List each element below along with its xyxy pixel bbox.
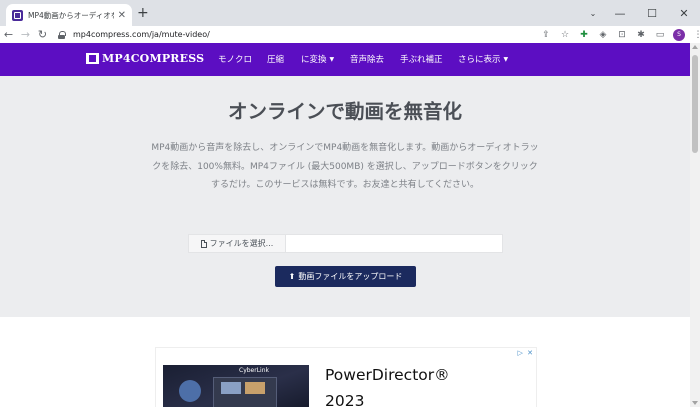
file-name-field[interactable] (286, 235, 502, 252)
profile-avatar[interactable]: S (673, 28, 685, 41)
chevron-down-icon: ▼ (503, 56, 509, 63)
url-text[interactable]: mp4compress.com/ja/mute-video/ (73, 30, 210, 39)
window-controls: ⌄ — ☐ ✕ (582, 0, 700, 26)
choose-file-button[interactable]: ファイルを選択... (189, 235, 286, 252)
upload-label: 動画ファイルをアップロード (298, 272, 403, 281)
page-description: MP4動画から音声を除去し、オンラインでMP4動画を無音化します。動画からオーデ… (151, 143, 539, 190)
extension-icon[interactable]: ◈ (597, 30, 609, 40)
choose-file-label: ファイルを選択... (209, 239, 274, 248)
site-favicon-icon (12, 9, 23, 21)
upload-icon: ⬆ (288, 272, 296, 281)
chevron-down-icon: ▼ (329, 56, 335, 63)
file-icon (200, 239, 207, 248)
menu-item-remove-audio[interactable]: 音声除去 (350, 53, 384, 65)
ad-image[interactable]: CyberLink (163, 365, 309, 407)
browser-tab-strip: MP4動画からオーディオを除去, MP4... ✕ + ⌄ — ☐ ✕ (0, 0, 700, 26)
menu-item-stabilize[interactable]: 手ぶれ補正 (400, 53, 443, 65)
ad-choices-icon[interactable]: ▷ ✕ (518, 349, 534, 357)
menu-item-more[interactable]: さらに表示 ▼ (458, 53, 508, 65)
side-panel-icon[interactable]: ▭ (654, 30, 666, 40)
minimize-button[interactable]: — (604, 0, 636, 26)
reload-icon[interactable]: ↻ (34, 26, 51, 43)
hero-section: オンラインで動画を無音化 MP4動画から音声を除去し、オンラインでMP4動画を無… (0, 76, 690, 317)
advertisement[interactable]: ▷ ✕ CyberLink PowerDirector® 2023 (155, 347, 537, 407)
puzzle-extensions-icon[interactable]: ✱ (635, 30, 647, 40)
upload-button[interactable]: ⬆ 動画ファイルをアップロード (275, 266, 416, 287)
extension-green-icon[interactable]: ✚ (578, 30, 590, 40)
extension-translate-icon[interactable]: ⊡ (616, 30, 628, 40)
page-title: オンラインで動画を無音化 (227, 100, 462, 123)
scroll-down-icon[interactable] (692, 401, 698, 405)
menu-item-monochrome[interactable]: モノクロ (218, 53, 252, 65)
browser-toolbar: ← → ↻ mp4compress.com/ja/mute-video/ ⇪ ☆… (0, 26, 700, 43)
site-navbar: MP4COMPRESS モノクロ 圧縮 に変換 ▼ 音声除去 手ぶれ補正 さらに表… (0, 43, 690, 76)
ad-graphic-thumb (245, 382, 265, 394)
content-area: ▷ ✕ CyberLink PowerDirector® 2023 (0, 317, 690, 407)
ad-title[interactable]: PowerDirector® 2023 (325, 362, 450, 407)
maximize-button[interactable]: ☐ (636, 0, 668, 26)
browser-menu-icon[interactable]: ⋮ (692, 30, 700, 40)
scroll-up-icon[interactable] (692, 45, 698, 49)
menu-item-convert[interactable]: に変換 ▼ (301, 53, 334, 65)
page-scrollbar[interactable] (690, 43, 700, 407)
toolbar-actions: ⇪ ☆ ✚ ◈ ⊡ ✱ ▭ S ⋮ (540, 26, 700, 43)
new-tab-button[interactable]: + (137, 5, 149, 21)
file-picker[interactable]: ファイルを選択... (188, 234, 503, 253)
site-brand[interactable]: MP4COMPRESS (86, 52, 204, 65)
ad-graphic-thumb (221, 382, 241, 394)
ad-graphic-disc (179, 380, 201, 402)
forward-arrow-icon[interactable]: → (17, 26, 34, 43)
ad-brand: CyberLink (239, 367, 269, 374)
browser-tab[interactable]: MP4動画からオーディオを除去, MP4... ✕ (6, 4, 132, 26)
close-window-button[interactable]: ✕ (668, 0, 700, 26)
film-icon (86, 53, 99, 64)
tab-close-icon[interactable]: ✕ (118, 10, 126, 21)
back-arrow-icon[interactable]: ← (0, 26, 17, 43)
tab-title: MP4動画からオーディオを除去, MP4... (28, 10, 114, 20)
web-page: MP4COMPRESS モノクロ 圧縮 に変換 ▼ 音声除去 手ぶれ補正 さらに表… (0, 43, 690, 407)
tab-search-icon[interactable]: ⌄ (582, 0, 604, 26)
brand-name[interactable]: MP4COMPRESS (102, 52, 204, 65)
address-bar[interactable]: mp4compress.com/ja/mute-video/ (58, 27, 578, 42)
menu-item-compress[interactable]: 圧縮 (267, 53, 284, 65)
share-icon[interactable]: ⇪ (540, 30, 552, 40)
lock-icon[interactable] (58, 30, 66, 39)
bookmark-star-icon[interactable]: ☆ (559, 30, 571, 40)
scrollbar-thumb[interactable] (692, 55, 698, 153)
